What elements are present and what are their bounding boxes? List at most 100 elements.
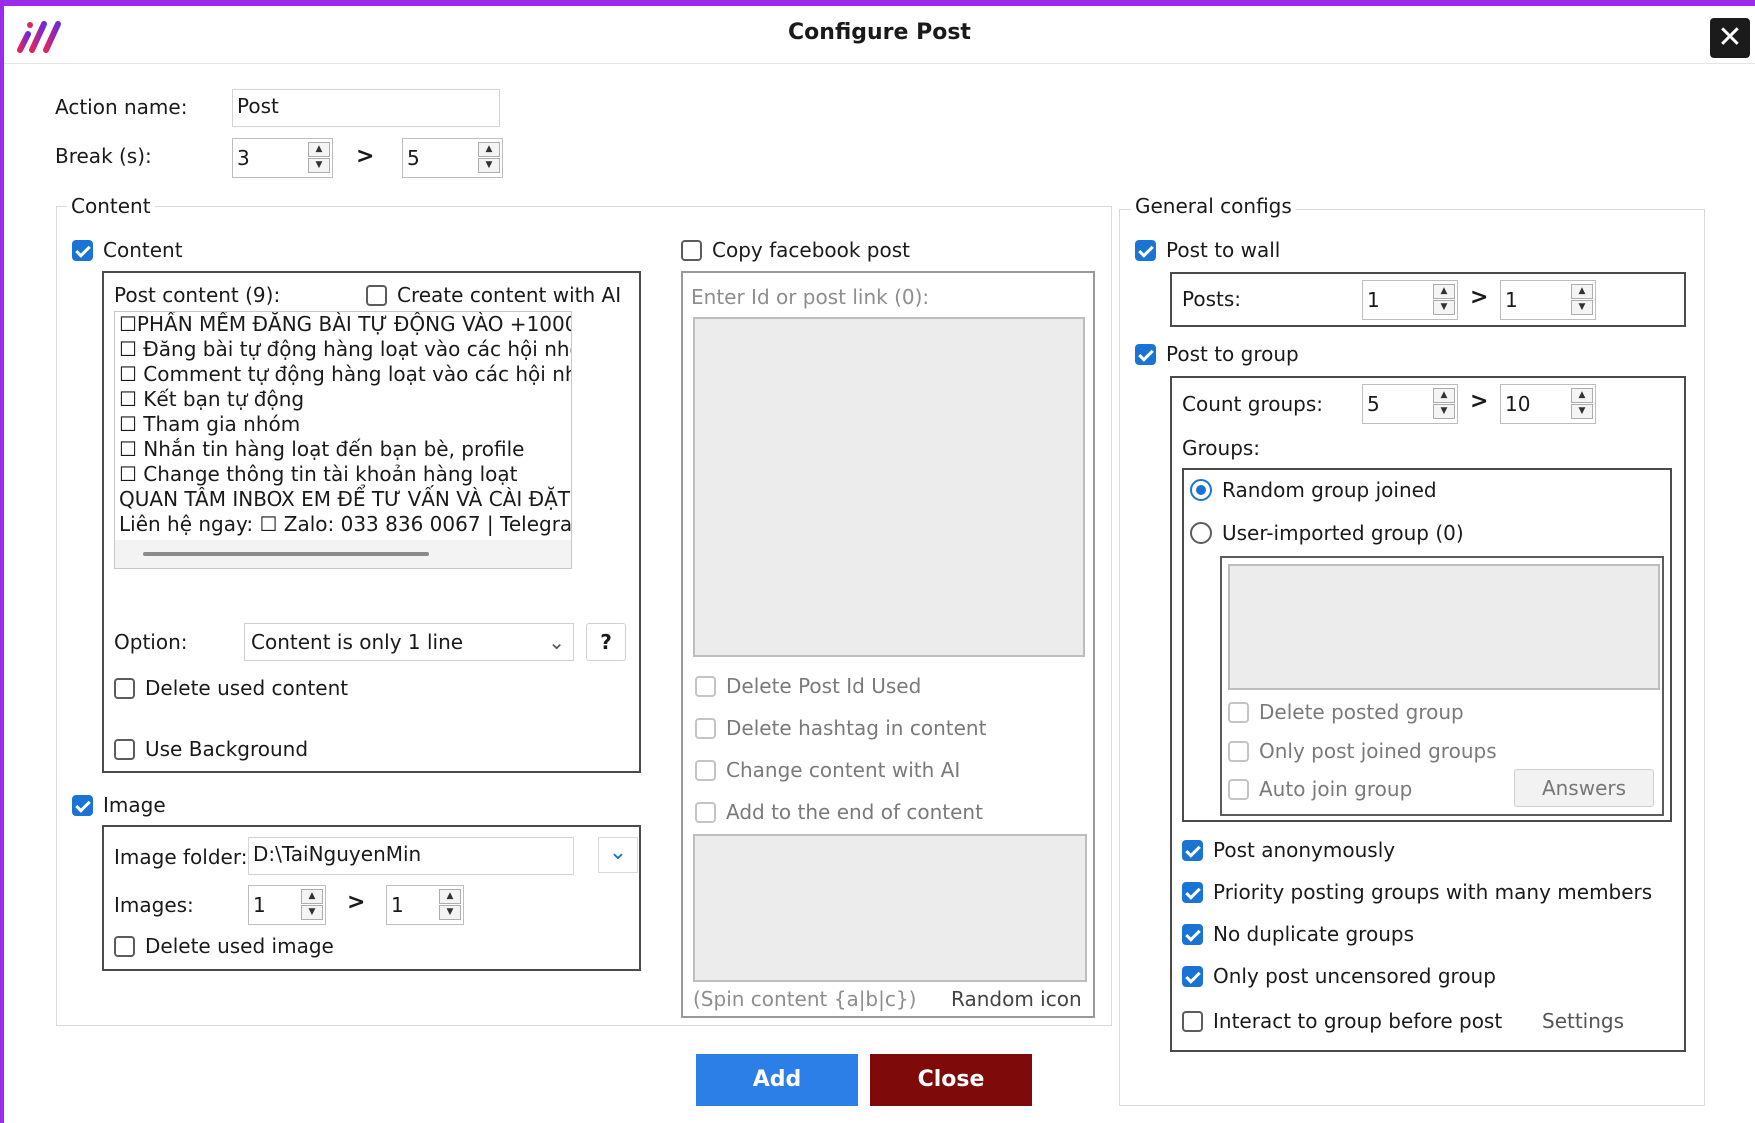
option-help-button[interactable]: ? (586, 623, 626, 661)
scrollbar-thumb[interactable] (143, 552, 429, 556)
images-max-stepper[interactable]: 1 ▲ ▼ (386, 885, 464, 925)
copy-facebook-post-checkbox[interactable]: Copy facebook post (681, 238, 910, 262)
configure-post-window: Configure Post ✕ Action name: Post Break… (0, 0, 1755, 1123)
delete-posted-group-checkbox[interactable]: Delete posted group (1228, 700, 1464, 724)
count-groups-max-value: 10 (1505, 392, 1531, 416)
spin-up-icon[interactable]: ▲ (439, 889, 461, 904)
random-icon-link[interactable]: Random icon (951, 987, 1082, 1011)
posts-range-separator: > (1470, 285, 1489, 310)
title-bar: Configure Post ✕ (4, 6, 1755, 64)
spin-down-icon[interactable]: ▼ (301, 905, 323, 920)
spin-down-icon[interactable]: ▼ (1571, 404, 1593, 419)
post-line: ☐ Nhắn tin hàng loạt đến bạn bè, profile (119, 437, 525, 461)
break-label: Break (s): (55, 144, 152, 168)
post-anonymously-checkbox[interactable]: Post anonymously (1182, 838, 1395, 862)
priority-groups-checkbox[interactable]: Priority posting groups with many member… (1182, 880, 1652, 904)
delete-hashtag-checkbox[interactable]: Delete hashtag in content (695, 716, 986, 740)
chevron-down-icon[interactable]: ⌄ (598, 837, 638, 873)
image-panel: Image folder: D:\TaiNguyenMin ⌄ Images: … (102, 825, 641, 971)
checkbox-unchecked-icon (1182, 1010, 1203, 1032)
spin-content-hint: (Spin content {a|b|c}) (693, 987, 917, 1011)
count-groups-label: Count groups: (1182, 392, 1323, 416)
interact-before-post-checkbox[interactable]: Interact to group before post (1182, 1009, 1502, 1033)
random-group-radio[interactable]: Random group joined (1190, 478, 1437, 502)
post-content-panel: Post content (9): Create content with AI… (102, 271, 641, 773)
image-folder-input[interactable]: D:\TaiNguyenMin (248, 837, 574, 875)
post-line: ☐ Tham gia nhóm (119, 412, 301, 436)
count-groups-max-stepper[interactable]: 10 ▲ ▼ (1500, 384, 1596, 424)
user-imported-radio[interactable]: User-imported group (0) (1190, 521, 1464, 545)
spin-down-icon[interactable]: ▼ (478, 158, 500, 173)
interact-settings-link[interactable]: Settings (1542, 1009, 1624, 1033)
spin-up-icon[interactable]: ▲ (1433, 388, 1455, 403)
posts-min-stepper[interactable]: 1 ▲ ▼ (1362, 280, 1458, 320)
add-button[interactable]: Add (696, 1054, 858, 1106)
action-name-label: Action name: (55, 95, 188, 119)
break-min-stepper[interactable]: 3 ▲ ▼ (232, 138, 333, 178)
action-name-input[interactable]: Post (232, 89, 500, 127)
delete-used-content-checkbox[interactable]: Delete used content (114, 676, 348, 700)
images-min-value: 1 (253, 893, 266, 917)
checkbox-unchecked-icon (114, 738, 135, 760)
spin-down-icon[interactable]: ▼ (1433, 404, 1455, 419)
posts-max-value: 1 (1505, 288, 1518, 312)
imported-groups-list[interactable] (1228, 564, 1660, 690)
count-groups-min-stepper[interactable]: 5 ▲ ▼ (1362, 384, 1458, 424)
auto-join-group-checkbox[interactable]: Auto join group (1228, 777, 1412, 801)
break-max-stepper[interactable]: 5 ▲ ▼ (402, 138, 503, 178)
window-close-icon[interactable]: ✕ (1710, 18, 1750, 58)
posts-max-stepper[interactable]: 1 ▲ ▼ (1500, 280, 1596, 320)
spin-up-icon[interactable]: ▲ (1571, 388, 1593, 403)
post-line: ☐PHẦN MỀM ĐĂNG BÀI TỰ ĐỘNG VÀO +1000 HỘI (119, 312, 572, 336)
checkbox-unchecked-icon (366, 284, 387, 306)
spin-up-icon[interactable]: ▲ (478, 142, 500, 157)
post-line: ☐ Đăng bài tự động hàng loạt vào các hội… (119, 337, 572, 361)
checkbox-checked-icon (1182, 965, 1203, 987)
post-link-list[interactable] (693, 317, 1085, 657)
use-background-checkbox[interactable]: Use Background (114, 737, 308, 761)
post-to-group-checkbox[interactable]: Post to group (1135, 342, 1299, 366)
count-groups-min-value: 5 (1367, 392, 1380, 416)
post-to-wall-checkbox[interactable]: Post to wall (1135, 238, 1280, 262)
spin-down-icon[interactable]: ▼ (1571, 300, 1593, 315)
post-content-textarea[interactable]: ☐PHẦN MỀM ĐĂNG BÀI TỰ ĐỘNG VÀO +1000 HỘI… (114, 311, 572, 569)
post-line: QUAN TÂM INBOX EM ĐỂ TƯ VẤN VÀ CÀI ĐẶT S… (119, 487, 572, 511)
only-uncensored-checkbox[interactable]: Only post uncensored group (1182, 964, 1496, 988)
post-line: ☐ Kết bạn tự động (119, 387, 305, 411)
close-button[interactable]: Close (870, 1054, 1032, 1106)
change-content-ai-checkbox[interactable]: Change content with AI (695, 758, 960, 782)
spin-down-icon[interactable]: ▼ (439, 905, 461, 920)
checkbox-checked-icon (1182, 881, 1203, 903)
posts-min-value: 1 (1367, 288, 1380, 312)
posts-panel: Posts: 1 ▲ ▼ > 1 ▲ ▼ (1170, 272, 1686, 327)
checkbox-unchecked-icon (1228, 701, 1249, 723)
create-content-ai-checkbox[interactable]: Create content with AI (366, 283, 621, 307)
chevron-down-icon: ⌄ (548, 630, 565, 654)
content-checkbox[interactable]: Content (72, 238, 183, 262)
append-content-textarea[interactable] (693, 834, 1087, 982)
checkbox-checked-icon (72, 794, 93, 816)
spin-up-icon[interactable]: ▲ (1571, 284, 1593, 299)
delete-used-image-checkbox[interactable]: Delete used image (114, 934, 334, 958)
checkbox-unchecked-icon (695, 759, 716, 781)
spin-up-icon[interactable]: ▲ (301, 889, 323, 904)
spin-down-icon[interactable]: ▼ (1433, 300, 1455, 315)
horizontal-scrollbar[interactable] (115, 540, 571, 568)
checkbox-unchecked-icon (695, 717, 716, 739)
add-to-end-checkbox[interactable]: Add to the end of content (695, 800, 983, 824)
content-group-title: Content (67, 194, 155, 218)
checkbox-checked-icon (1182, 923, 1203, 945)
spin-up-icon[interactable]: ▲ (1433, 284, 1455, 299)
delete-post-id-used-checkbox[interactable]: Delete Post Id Used (695, 674, 921, 698)
spin-down-icon[interactable]: ▼ (308, 158, 330, 173)
only-joined-groups-checkbox[interactable]: Only post joined groups (1228, 739, 1497, 763)
option-select[interactable]: Content is only 1 line ⌄ (244, 623, 574, 661)
image-checkbox[interactable]: Image (72, 793, 166, 817)
answers-button[interactable]: Answers (1514, 769, 1654, 807)
copy-post-panel: Enter Id or post link (0): Delete Post I… (681, 271, 1095, 1018)
no-duplicate-groups-checkbox[interactable]: No duplicate groups (1182, 922, 1414, 946)
checkbox-unchecked-icon (1228, 740, 1249, 762)
images-min-stepper[interactable]: 1 ▲ ▼ (248, 885, 326, 925)
spin-up-icon[interactable]: ▲ (308, 142, 330, 157)
groups-label: Groups: (1182, 436, 1261, 460)
